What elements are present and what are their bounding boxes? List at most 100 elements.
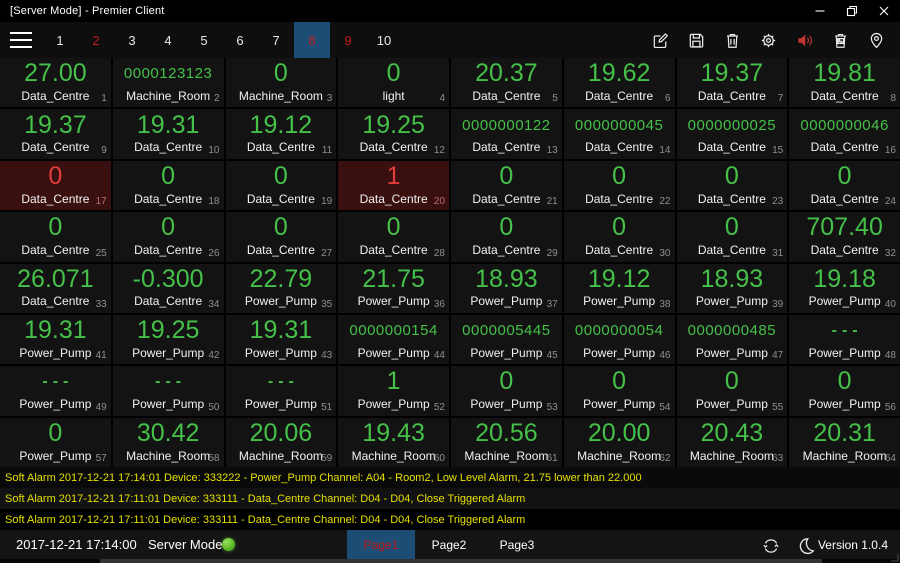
sensor-tile[interactable]: 27.00 Data_Centre 1 bbox=[0, 58, 111, 108]
sensor-tile[interactable]: --- Power_Pump 51 bbox=[225, 366, 337, 416]
channel-page-tab[interactable]: 6 bbox=[222, 22, 258, 58]
sensor-tile[interactable]: 707.40 Data_Centre 32 bbox=[789, 212, 900, 262]
alarm-log-row[interactable]: Soft Alarm 2017-12-21 17:14:01 Device: 3… bbox=[0, 467, 900, 488]
sensor-tile[interactable]: 20.43 Machine_Room 63 bbox=[676, 417, 788, 467]
sensor-tile[interactable]: 19.37 Data_Centre 7 bbox=[676, 58, 788, 108]
sensor-label: Power_Pump bbox=[583, 345, 656, 360]
sensor-tile[interactable]: 0 Machine_Room 3 bbox=[225, 58, 337, 108]
horizontal-scrollbar[interactable] bbox=[0, 559, 900, 563]
page-tab[interactable]: Page1 bbox=[347, 530, 415, 559]
sensor-tile[interactable]: 19.25 Data_Centre 12 bbox=[338, 109, 449, 159]
sensor-tile[interactable]: 0000000046 Data_Centre 16 bbox=[789, 109, 900, 159]
sensor-tile[interactable]: 20.37 Data_Centre 5 bbox=[451, 58, 562, 108]
sensor-tile[interactable]: 18.93 Power_Pump 39 bbox=[676, 263, 788, 313]
channel-page-tab[interactable]: 1 bbox=[42, 22, 78, 58]
sensor-tile[interactable]: 0 Data_Centre 26 bbox=[112, 212, 224, 262]
sensor-tile[interactable]: 20.56 Machine_Room 61 bbox=[451, 417, 562, 467]
sensor-index: 18 bbox=[208, 196, 220, 208]
sensor-tile[interactable]: 0 Power_Pump 55 bbox=[676, 366, 788, 416]
channel-page-tab[interactable]: 7 bbox=[258, 22, 294, 58]
night-mode-moon-icon[interactable] bbox=[796, 536, 816, 556]
sensor-tile[interactable]: 0 Data_Centre 17 bbox=[0, 160, 111, 211]
sensor-tile[interactable]: 0 Data_Centre 28 bbox=[338, 212, 449, 262]
sensor-tile[interactable]: 0 Data_Centre 30 bbox=[563, 212, 675, 262]
sensor-tile[interactable]: 0000123123 Machine_Room 2 bbox=[112, 58, 224, 108]
sensor-value: 0000000046 bbox=[800, 116, 889, 134]
sensor-tile[interactable]: 19.31 Power_Pump 43 bbox=[225, 314, 337, 365]
alarm-log-row[interactable]: Soft Alarm 2017-12-21 17:11:01 Device: 3… bbox=[0, 488, 900, 509]
sensor-tile[interactable]: 0 Data_Centre 31 bbox=[676, 212, 788, 262]
sensor-tile[interactable]: 1 Data_Centre 20 bbox=[338, 160, 449, 211]
channel-page-tab[interactable]: 2 bbox=[78, 22, 114, 58]
sensor-tile[interactable]: 19.12 Power_Pump 38 bbox=[563, 263, 675, 313]
sensor-tile[interactable]: --- Power_Pump 49 bbox=[0, 366, 111, 416]
sensor-tile[interactable]: 22.79 Power_Pump 35 bbox=[225, 263, 337, 313]
sensor-tile[interactable]: 0 Data_Centre 29 bbox=[451, 212, 562, 262]
sync-icon[interactable] bbox=[761, 536, 781, 556]
save-icon[interactable] bbox=[686, 30, 706, 50]
sensor-tile[interactable]: 0000000122 Data_Centre 13 bbox=[451, 109, 562, 159]
sensor-tile[interactable]: 19.31 Data_Centre 10 bbox=[112, 109, 224, 159]
location-pin-icon[interactable] bbox=[866, 30, 886, 50]
sensor-tile[interactable]: 20.06 Machine_Room 59 bbox=[225, 417, 337, 467]
sensor-tile[interactable]: 19.25 Power_Pump 42 bbox=[112, 314, 224, 365]
sensor-tile[interactable]: 0 Data_Centre 27 bbox=[225, 212, 337, 262]
sensor-tile[interactable]: 19.31 Power_Pump 41 bbox=[0, 314, 111, 365]
sensor-tile[interactable]: 20.00 Machine_Room 62 bbox=[563, 417, 675, 467]
sensor-tile[interactable]: --- Power_Pump 48 bbox=[789, 314, 900, 365]
sensor-tile[interactable]: --- Power_Pump 50 bbox=[112, 366, 224, 416]
sensor-tile[interactable]: 30.42 Machine_Room 58 bbox=[112, 417, 224, 467]
sensor-tile[interactable]: 0 Data_Centre 23 bbox=[676, 160, 788, 211]
sensor-tile[interactable]: 0 light 4 bbox=[338, 58, 449, 108]
edit-icon[interactable] bbox=[650, 30, 670, 50]
scrollbar-thumb[interactable] bbox=[100, 559, 822, 563]
minimize-button[interactable] bbox=[804, 0, 836, 22]
sensor-tile[interactable]: 26.071 Data_Centre 33 bbox=[0, 263, 111, 313]
sensor-tile[interactable]: 0 Power_Pump 54 bbox=[563, 366, 675, 416]
sensor-tile[interactable]: 0 Power_Pump 57 bbox=[0, 417, 111, 467]
image-bin-icon[interactable] bbox=[830, 30, 850, 50]
sensor-tile[interactable]: 19.18 Power_Pump 40 bbox=[789, 263, 900, 313]
sensor-tile[interactable]: 0000005445 Power_Pump 45 bbox=[451, 314, 562, 365]
settings-gear-icon[interactable] bbox=[758, 30, 778, 50]
sensor-tile[interactable]: 19.43 Machine_Room 60 bbox=[338, 417, 449, 467]
channel-page-tab[interactable]: 9 bbox=[330, 22, 366, 58]
sensor-tile[interactable]: 19.37 Data_Centre 9 bbox=[0, 109, 111, 159]
channel-page-tab[interactable]: 4 bbox=[150, 22, 186, 58]
channel-page-tab[interactable]: 5 bbox=[186, 22, 222, 58]
sensor-tile[interactable]: 0 Data_Centre 19 bbox=[225, 160, 337, 211]
sensor-tile[interactable]: 0 Data_Centre 21 bbox=[451, 160, 562, 211]
page-tab[interactable]: Page2 bbox=[415, 530, 483, 559]
sensor-tile[interactable]: 0000000154 Power_Pump 44 bbox=[338, 314, 449, 365]
sensor-tile[interactable]: 0 Data_Centre 22 bbox=[563, 160, 675, 211]
restore-button[interactable] bbox=[836, 0, 868, 22]
channel-page-tab[interactable]: 3 bbox=[114, 22, 150, 58]
sensor-tile[interactable]: 0000000045 Data_Centre 14 bbox=[563, 109, 675, 159]
close-button[interactable] bbox=[868, 0, 900, 22]
sensor-tile[interactable]: 18.93 Power_Pump 37 bbox=[451, 263, 562, 313]
trash-icon[interactable] bbox=[722, 30, 742, 50]
menu-icon[interactable] bbox=[0, 22, 42, 58]
sensor-tile[interactable]: 19.12 Data_Centre 11 bbox=[225, 109, 337, 159]
sensor-index: 49 bbox=[95, 401, 107, 413]
sensor-tile[interactable]: 19.62 Data_Centre 6 bbox=[563, 58, 675, 108]
sensor-tile[interactable]: 0 Data_Centre 18 bbox=[112, 160, 224, 211]
resize-grip-icon[interactable] bbox=[891, 554, 899, 562]
sensor-tile[interactable]: 0000000054 Power_Pump 46 bbox=[563, 314, 675, 365]
sensor-tile[interactable]: 20.31 Machine_Room 64 bbox=[789, 417, 900, 467]
sensor-tile[interactable]: 0 Data_Centre 25 bbox=[0, 212, 111, 262]
audio-alarm-speaker-icon[interactable] bbox=[794, 30, 814, 50]
channel-page-tab[interactable]: 10 bbox=[366, 22, 402, 58]
sensor-tile[interactable]: 0 Power_Pump 56 bbox=[789, 366, 900, 416]
channel-page-tab[interactable]: 8 bbox=[294, 22, 330, 58]
sensor-tile[interactable]: 0000000025 Data_Centre 15 bbox=[676, 109, 788, 159]
sensor-tile[interactable]: 0 Data_Centre 24 bbox=[789, 160, 900, 211]
alarm-log-row[interactable]: Soft Alarm 2017-12-21 17:11:01 Device: 3… bbox=[0, 509, 900, 530]
sensor-tile[interactable]: 0 Power_Pump 53 bbox=[451, 366, 562, 416]
sensor-tile[interactable]: -0.300 Data_Centre 34 bbox=[112, 263, 224, 313]
sensor-tile[interactable]: 21.75 Power_Pump 36 bbox=[338, 263, 449, 313]
sensor-tile[interactable]: 0000000485 Power_Pump 47 bbox=[676, 314, 788, 365]
sensor-tile[interactable]: 1 Power_Pump 52 bbox=[338, 366, 449, 416]
page-tab[interactable]: Page3 bbox=[483, 530, 551, 559]
sensor-tile[interactable]: 19.81 Data_Centre 8 bbox=[789, 58, 900, 108]
